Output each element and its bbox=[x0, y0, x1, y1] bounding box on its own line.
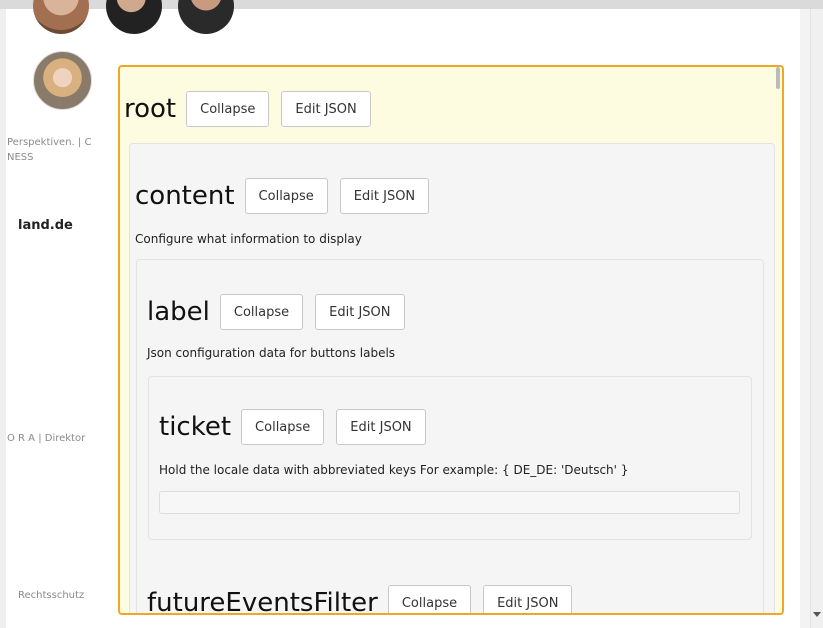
label-description: Json configuration data for buttons labe… bbox=[147, 346, 396, 360]
root-title: root bbox=[124, 94, 177, 124]
background-text: Rechtsschutz bbox=[18, 590, 85, 601]
ticket-header: ticket Collapse Edit JSON bbox=[159, 409, 438, 445]
page-gutter bbox=[800, 9, 810, 628]
background-text: NESS bbox=[7, 152, 34, 163]
content-collapse-button[interactable]: Collapse bbox=[244, 178, 328, 214]
content-description: Configure what information to display bbox=[135, 232, 362, 246]
futureeventsfilter-edit-json-button[interactable]: Edit JSON bbox=[483, 585, 573, 613]
label-collapse-button[interactable]: Collapse bbox=[219, 294, 304, 330]
left-border bbox=[0, 9, 6, 628]
editor-scroll-thumb[interactable] bbox=[776, 67, 780, 89]
root-collapse-button[interactable]: Collapse bbox=[186, 91, 270, 127]
background-text: Perspektiven. | C bbox=[7, 137, 92, 148]
ticket-section: ticket Collapse Edit JSON Hold the local… bbox=[148, 376, 752, 540]
avatar bbox=[178, 0, 234, 34]
content-title: content bbox=[135, 181, 235, 211]
content-section: content Collapse Edit JSON Configure wha… bbox=[129, 143, 775, 615]
avatar bbox=[33, 0, 89, 34]
ticket-collapse-button[interactable]: Collapse bbox=[241, 409, 325, 445]
scroll-down-arrow-icon[interactable] bbox=[813, 612, 821, 617]
ticket-edit-json-button[interactable]: Edit JSON bbox=[336, 409, 426, 445]
ticket-value-input[interactable] bbox=[159, 491, 740, 514]
label-header: label Collapse Edit JSON bbox=[147, 294, 417, 330]
label-section: label Collapse Edit JSON Json configurat… bbox=[136, 259, 764, 615]
page-scrollbar[interactable] bbox=[810, 9, 823, 628]
avatar bbox=[106, 0, 162, 34]
futureeventsfilter-header: futureEventsFilter Collapse Edit JSON bbox=[147, 585, 584, 615]
content-header: content Collapse Edit JSON bbox=[135, 178, 441, 214]
root-edit-json-button[interactable]: Edit JSON bbox=[281, 91, 371, 127]
futureeventsfilter-collapse-button[interactable]: Collapse bbox=[387, 585, 472, 613]
label-edit-json-button[interactable]: Edit JSON bbox=[315, 294, 405, 330]
root-header: root Collapse Edit JSON bbox=[124, 91, 383, 127]
background-domain-link[interactable]: land.de bbox=[18, 218, 73, 233]
avatar bbox=[33, 51, 92, 110]
json-editor-panel: root Collapse Edit JSON content Collapse… bbox=[118, 65, 784, 615]
label-title: label bbox=[147, 297, 210, 327]
ticket-description: Hold the locale data with abbreviated ke… bbox=[159, 463, 629, 477]
ticket-title: ticket bbox=[159, 412, 232, 442]
futureeventsfilter-title: futureEventsFilter bbox=[147, 588, 378, 615]
background-text: O R A | Direktor bbox=[7, 433, 86, 444]
content-edit-json-button[interactable]: Edit JSON bbox=[339, 178, 430, 214]
